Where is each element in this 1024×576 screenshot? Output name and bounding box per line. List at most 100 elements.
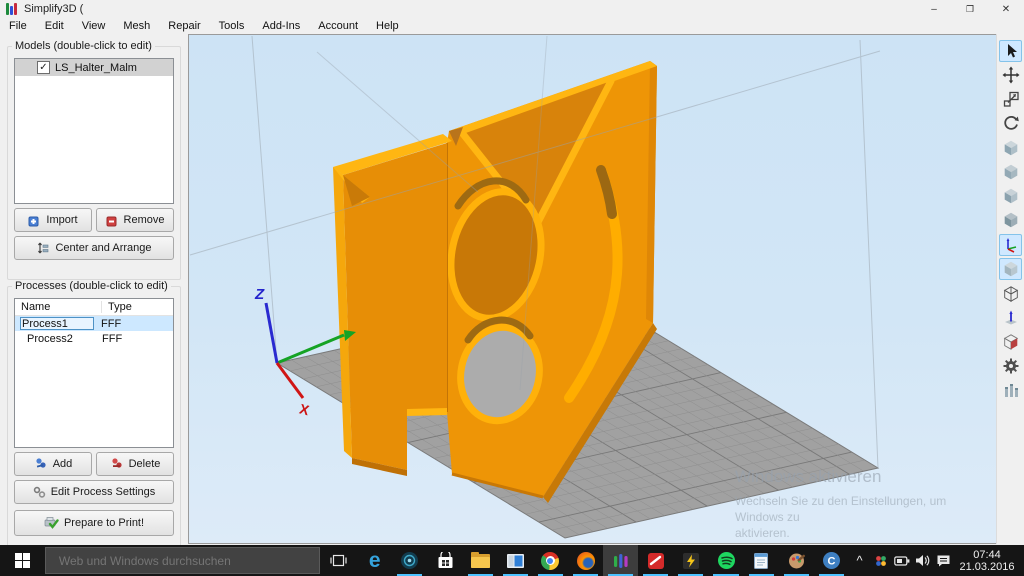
taskbar-photo-flash-app[interactable] — [673, 545, 708, 576]
remove-icon — [106, 214, 119, 227]
process-1-type: FFF — [94, 318, 121, 330]
notepad-icon — [753, 552, 769, 570]
cross-section-tool[interactable] — [999, 331, 1022, 353]
wireframe-cube-icon — [1002, 285, 1020, 303]
move-tool[interactable] — [999, 64, 1022, 86]
action-center-icon[interactable] — [933, 545, 954, 576]
taskbar-notepad[interactable] — [744, 545, 779, 576]
import-button[interactable]: Import — [14, 208, 92, 232]
process-2-name[interactable]: Process2 — [15, 333, 95, 345]
red-cad-icon — [647, 552, 665, 570]
center-arrange-icon — [36, 242, 50, 255]
taskbar-remote-window-app[interactable] — [498, 545, 533, 576]
models-list[interactable]: ✓ LS_Halter_Malm — [14, 58, 174, 204]
taskbar-edge[interactable]: e — [357, 545, 392, 576]
screen: { "window": { "title": "Simplify3D (", "… — [0, 0, 1024, 576]
taskbar-chrome[interactable] — [533, 545, 568, 576]
taskbar-red-cad-app[interactable] — [638, 545, 673, 576]
processes-table[interactable]: Name Type Process1 FFF Process2 FFF — [14, 298, 174, 448]
start-button[interactable] — [0, 545, 45, 576]
col-type: Type — [102, 301, 132, 313]
select-cursor-tool[interactable] — [999, 40, 1022, 62]
support-structures[interactable] — [999, 379, 1022, 401]
search-input[interactable] — [46, 553, 319, 569]
remote-window-icon — [506, 553, 525, 569]
menu-tools[interactable]: Tools — [210, 19, 254, 33]
menu-repair[interactable]: Repair — [159, 19, 209, 33]
taskbar-spotify[interactable] — [708, 545, 743, 576]
menu-view[interactable]: View — [73, 19, 115, 33]
surface-normal-tool[interactable] — [999, 307, 1022, 329]
minimize-button[interactable]: – — [916, 0, 952, 18]
hidden-icons-chevron[interactable]: ^ — [849, 545, 870, 576]
remove-button[interactable]: Remove — [96, 208, 174, 232]
taskbar-file-explorer[interactable] — [463, 545, 498, 576]
menu-help[interactable]: Help — [367, 19, 408, 33]
task-view-button[interactable] — [320, 545, 357, 576]
processes-table-header: Name Type — [15, 299, 173, 316]
process-row-1[interactable]: Process1 FFF — [15, 316, 173, 331]
add-process-button[interactable]: Add — [14, 452, 92, 476]
cursor-icon — [1002, 42, 1020, 60]
view-cube-default[interactable] — [999, 137, 1022, 159]
viewport-3d[interactable]: Z X Windows aktivieren Wechseln Sie zu d… — [188, 34, 997, 544]
taskbar-network-app[interactable] — [392, 545, 427, 576]
volume-speaker-icon[interactable] — [912, 545, 933, 576]
menu-account[interactable]: Account — [309, 19, 367, 33]
chrome-icon — [541, 552, 559, 570]
taskbar-search-box[interactable] — [45, 547, 320, 574]
z-axis-label: Z — [254, 286, 265, 303]
power-plug-icon[interactable] — [891, 545, 912, 576]
windows-taskbar: e C ^ — [0, 545, 1024, 576]
process-2-type: FFF — [95, 333, 122, 345]
svg-text:C: C — [827, 556, 835, 568]
prepare-print-icon — [44, 516, 59, 530]
menu-file[interactable]: File — [0, 19, 36, 33]
view-cube-front[interactable] — [999, 185, 1022, 207]
edit-process-settings-button[interactable]: Edit Process Settings — [14, 480, 174, 504]
menu-mesh[interactable]: Mesh — [114, 19, 159, 33]
coordinate-axes-toggle[interactable] — [999, 234, 1022, 256]
sync-pinwheel-icon[interactable] — [870, 545, 891, 576]
taskbar-windows-store[interactable] — [427, 545, 462, 576]
taskbar-clock[interactable]: 07:44 21.03.2016 — [956, 549, 1018, 573]
window-title: Simplify3D ( — [24, 3, 83, 15]
machine-settings-gear[interactable] — [999, 355, 1022, 377]
menu-edit[interactable]: Edit — [36, 19, 73, 33]
wireframe-toggle[interactable] — [999, 283, 1022, 305]
taskbar-simplify3d[interactable] — [603, 545, 638, 576]
cross-section-icon — [1002, 333, 1020, 351]
scale-tool[interactable] — [999, 88, 1022, 110]
rotate-icon — [1002, 114, 1020, 132]
process-1-name[interactable]: Process1 — [20, 317, 94, 330]
close-button[interactable]: ✕ — [988, 0, 1024, 18]
prepare-to-print-button[interactable]: Prepare to Print! — [14, 510, 174, 536]
taskbar-ccleaner[interactable]: C — [814, 545, 849, 576]
model-list-item[interactable]: ✓ LS_Halter_Malm — [15, 59, 173, 76]
windows-logo-icon — [15, 553, 30, 568]
normal-arrow-icon — [1002, 309, 1020, 327]
clock-time: 07:44 — [956, 549, 1018, 561]
view-cube-top[interactable] — [999, 161, 1022, 183]
import-icon — [28, 214, 41, 227]
menu-addins[interactable]: Add-Ins — [253, 19, 309, 33]
left-panel: Models (double-click to edit) ✓ LS_Halte… — [0, 34, 188, 544]
center-arrange-button[interactable]: Center and Arrange — [14, 236, 174, 260]
model-checkbox[interactable]: ✓ — [37, 61, 50, 74]
title-bar[interactable]: Simplify3D ( — [0, 0, 1024, 18]
taskbar-firefox[interactable] — [568, 545, 603, 576]
view-toolbar — [996, 34, 1024, 544]
view-cube-side[interactable] — [999, 209, 1022, 231]
models-group-title: Models (double-click to edit) — [12, 40, 155, 52]
model-item-label: LS_Halter_Malm — [55, 62, 137, 74]
rotate-tool[interactable] — [999, 112, 1022, 134]
restore-button[interactable]: ❐ — [952, 0, 988, 18]
taskbar-paint-app[interactable] — [779, 545, 814, 576]
supports-icon — [1002, 381, 1020, 399]
process-row-2[interactable]: Process2 FFF — [15, 331, 173, 346]
add-process-icon — [34, 457, 48, 471]
store-icon — [437, 552, 454, 570]
x-axis-label: X — [298, 400, 312, 418]
delete-process-button[interactable]: Delete — [96, 452, 174, 476]
solid-cube-toggle[interactable] — [999, 258, 1022, 280]
